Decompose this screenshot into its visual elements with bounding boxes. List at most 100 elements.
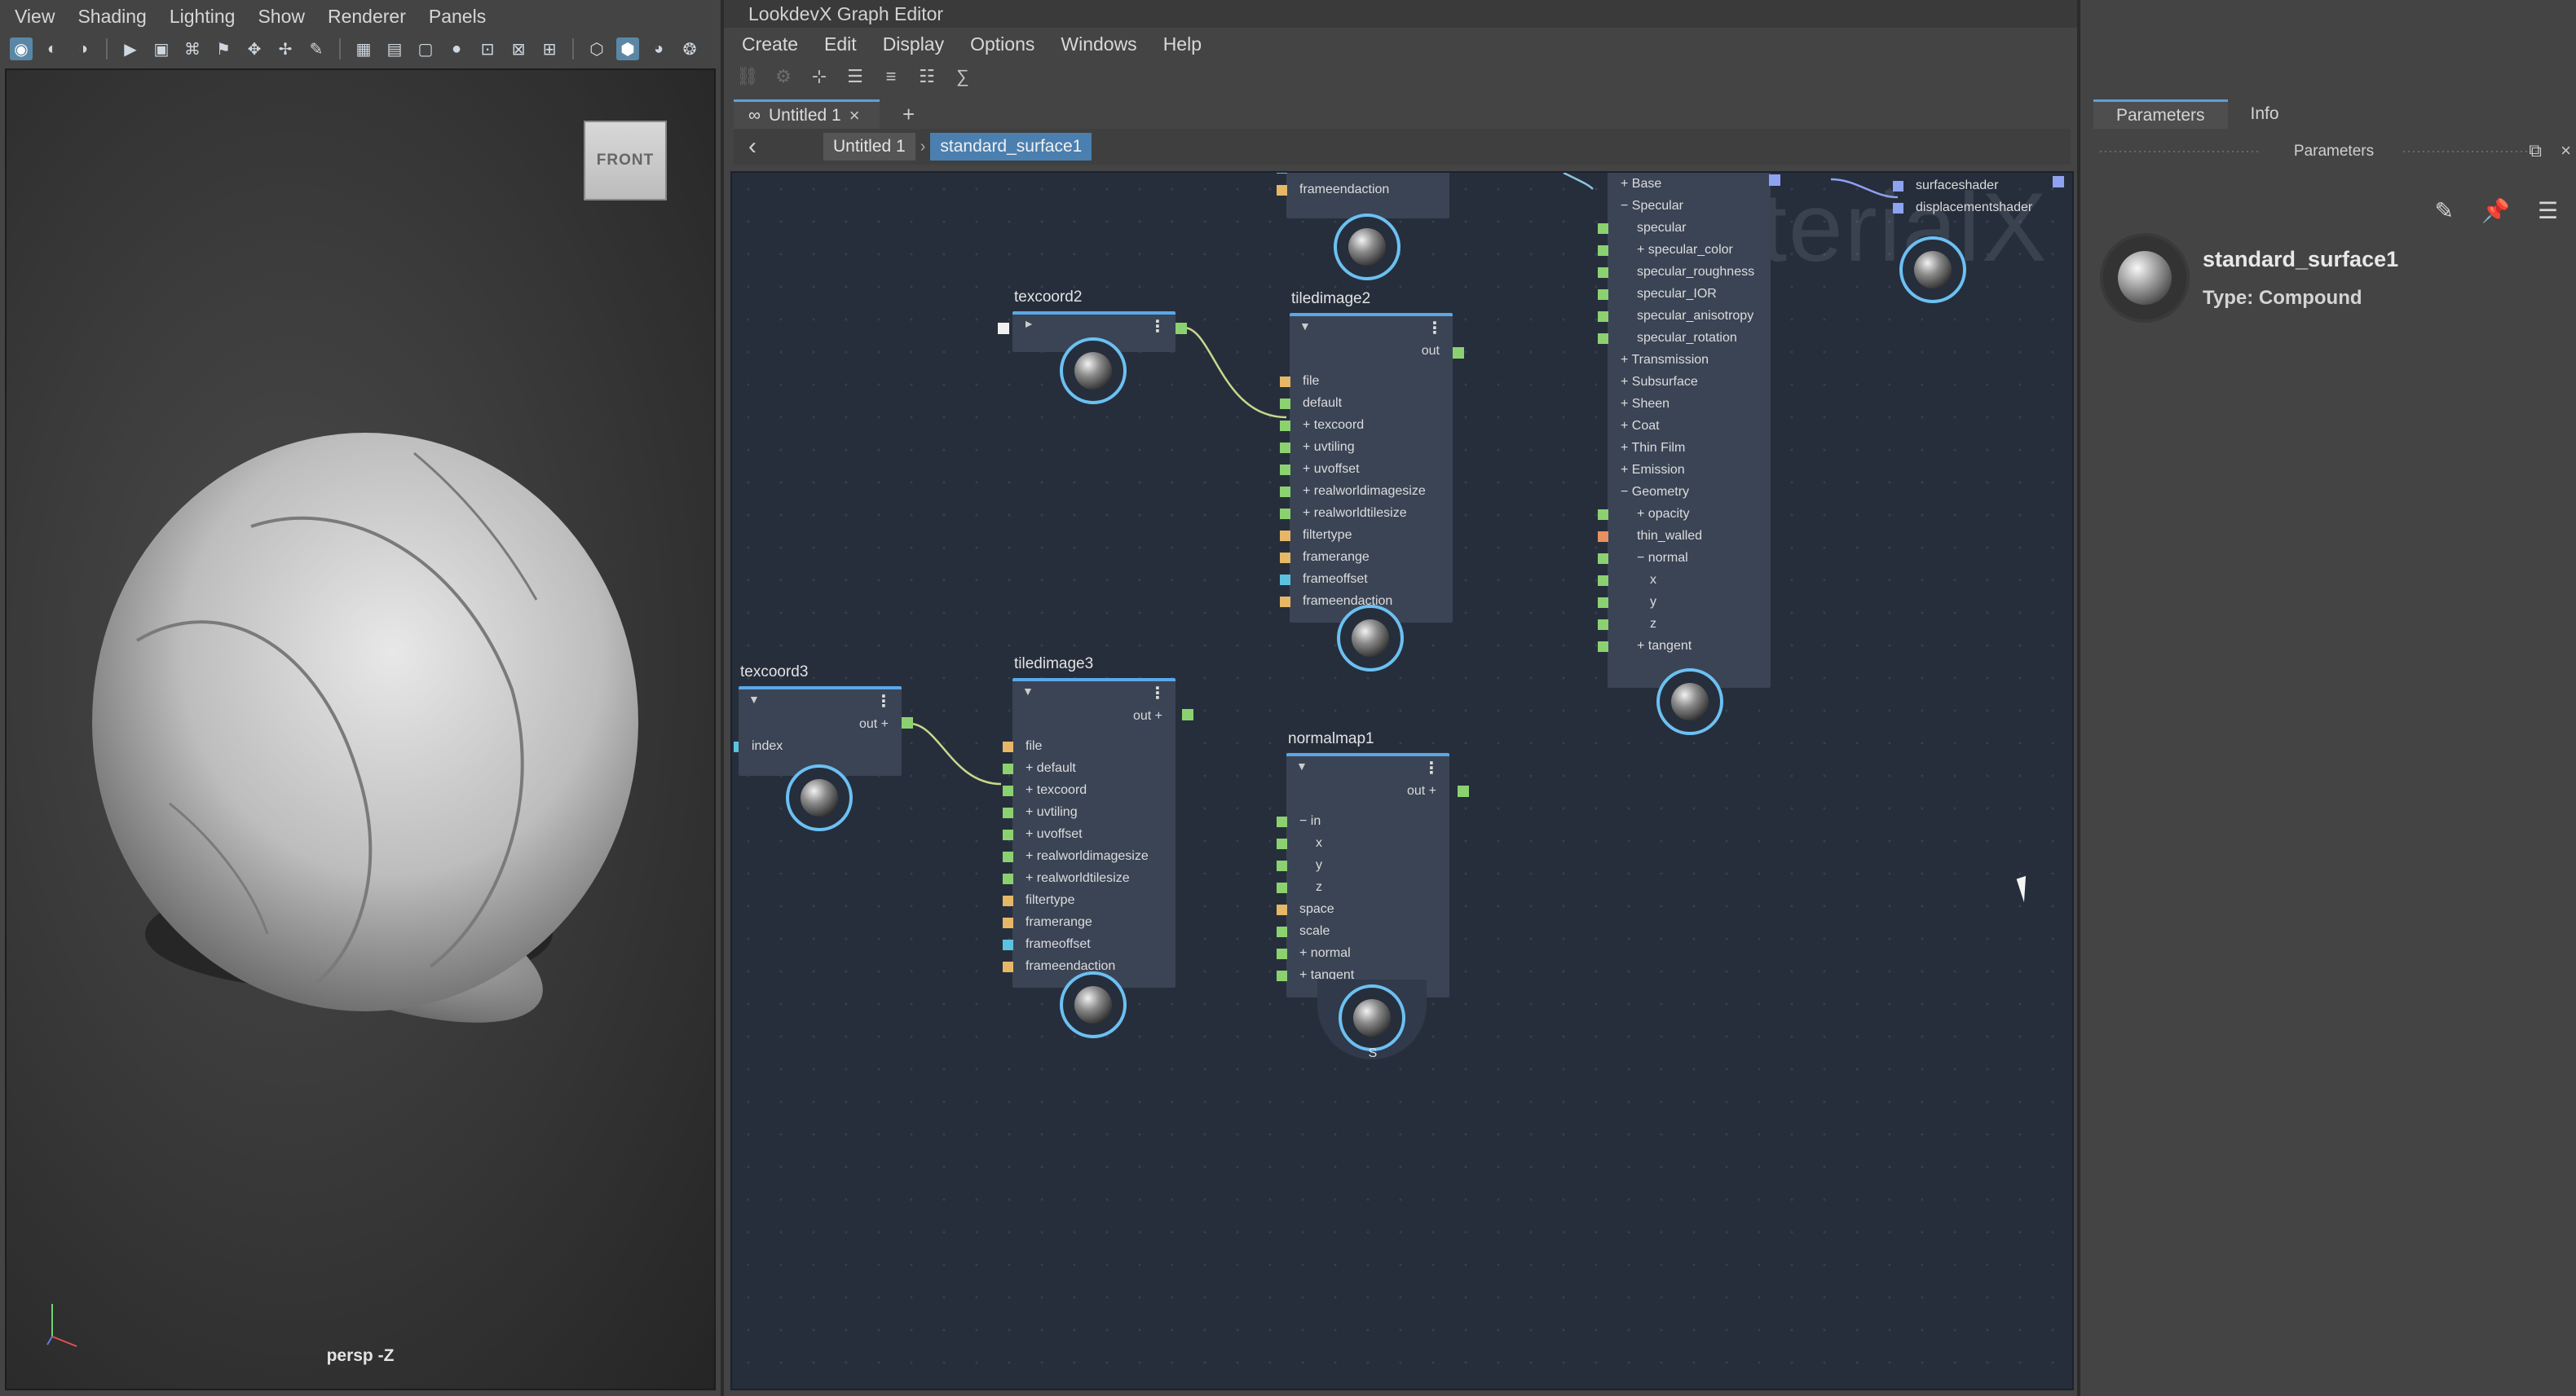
pan-icon[interactable]: ✢ (274, 37, 297, 60)
input-port[interactable] (734, 742, 739, 752)
input-port[interactable] (1598, 333, 1608, 344)
input-port[interactable] (1598, 575, 1608, 586)
tab-info[interactable]: Info (2228, 99, 2302, 129)
menu-renderer[interactable]: Renderer (328, 6, 406, 28)
layout-horizontal-icon[interactable]: ☰ (843, 66, 867, 87)
node-menu-icon[interactable]: ⋮ (876, 691, 892, 711)
menu-shading[interactable]: Shading (77, 6, 146, 28)
menu-help[interactable]: Help (1163, 33, 1202, 55)
node-menu-icon[interactable]: ⋮ (1149, 683, 1166, 703)
input-port[interactable] (1280, 399, 1290, 409)
breadcrumb-item-standard-surface[interactable]: standard_surface1 (930, 133, 1092, 161)
layout-vertical-icon[interactable]: ≡ (879, 66, 903, 87)
input-port[interactable] (1003, 940, 1013, 950)
tab-untitled-1[interactable]: ∞ Untitled 1 × (734, 99, 880, 129)
input-port[interactable] (1280, 597, 1290, 607)
breadcrumb-item-untitled[interactable]: Untitled 1 (823, 133, 915, 161)
smooth-shade-icon[interactable]: ⬢ (616, 37, 639, 60)
field-chart-icon[interactable]: ⊡ (476, 37, 499, 60)
camera-sequence-icon[interactable]: ⌘ (181, 37, 204, 60)
output-port[interactable] (1769, 174, 1780, 186)
menu-display[interactable]: Display (883, 33, 944, 55)
resolution-gate-icon[interactable]: ▢ (414, 37, 437, 60)
gate-mask-icon[interactable]: ● (445, 37, 468, 60)
menu-options[interactable]: Options (970, 33, 1034, 55)
input-port[interactable] (1598, 311, 1608, 322)
input-port[interactable] (1280, 377, 1290, 387)
input-port[interactable] (1003, 874, 1013, 884)
input-port[interactable] (1598, 267, 1608, 278)
input-port[interactable] (1003, 764, 1013, 774)
input-port[interactable] (1598, 597, 1608, 608)
output-port[interactable] (1182, 709, 1193, 720)
input-port[interactable] (1893, 203, 1903, 214)
input-port[interactable] (1598, 245, 1608, 256)
output-port[interactable] (1176, 323, 1187, 334)
clear-graph-icon[interactable]: ∑ (951, 66, 975, 87)
input-port[interactable] (1277, 173, 1287, 174)
input-port[interactable] (1280, 443, 1290, 453)
input-port[interactable] (1277, 949, 1287, 959)
input-port[interactable] (1277, 971, 1287, 981)
drag-handle[interactable] (2402, 150, 2540, 153)
input-port[interactable] (1277, 905, 1287, 915)
tumble-icon[interactable]: ✥ (243, 37, 266, 60)
menu-windows[interactable]: Windows (1061, 33, 1136, 55)
grid-icon[interactable]: ▦ (352, 37, 375, 60)
input-port[interactable] (1003, 830, 1013, 840)
back-arrow-icon[interactable]: ‹ (734, 130, 771, 163)
input-port[interactable] (1003, 808, 1013, 818)
pencil-icon[interactable]: ✎ (305, 37, 328, 60)
safe-title-icon[interactable]: ⊞ (538, 37, 561, 60)
input-port[interactable] (1598, 531, 1608, 542)
movie-camera-icon[interactable]: ▶ (119, 37, 142, 60)
tab-parameters[interactable]: Parameters (2093, 99, 2228, 129)
viewcube[interactable]: FRONT (584, 121, 667, 200)
input-port[interactable] (1003, 962, 1013, 972)
input-port[interactable] (1893, 181, 1903, 192)
input-port[interactable] (1280, 465, 1290, 475)
input-port[interactable] (1598, 223, 1608, 234)
input-port[interactable] (1280, 575, 1290, 585)
node-texcoord3[interactable]: texcoord3 ▼ ⋮ out + index (734, 663, 902, 776)
output-port[interactable] (1453, 347, 1464, 359)
drag-handle[interactable] (2098, 150, 2261, 153)
node-standard-surface[interactable]: out + Base − Specular specular + specula… (1598, 173, 1771, 688)
input-port[interactable] (1003, 786, 1013, 796)
input-port[interactable] (1280, 553, 1290, 563)
menu-show[interactable]: Show (258, 6, 305, 28)
node-tiledimage2[interactable]: tiledimage2 ▼ ⋮ out file default + texcoo… (1280, 290, 1453, 623)
input-port[interactable] (1280, 487, 1290, 497)
menu-panels[interactable]: Panels (429, 6, 486, 28)
input-port[interactable] (1598, 641, 1608, 652)
input-port[interactable] (1277, 839, 1287, 849)
input-port[interactable] (1003, 742, 1013, 752)
hamburger-menu-icon[interactable]: ☰ (2538, 197, 2558, 224)
input-port[interactable] (1598, 289, 1608, 300)
input-port[interactable] (1003, 852, 1013, 862)
bookmark-icon[interactable]: ◑ (72, 37, 95, 60)
output-port[interactable] (1458, 786, 1469, 797)
graph-network-icon[interactable]: ⛓ (735, 66, 760, 87)
node-menu-icon[interactable]: ⋮ (1149, 316, 1166, 337)
wireframe-icon[interactable]: ⬡ (585, 37, 608, 60)
output-port[interactable] (2053, 176, 2064, 187)
node-normalmap1[interactable]: normalmap1 ▼ ⋮ out + − in x y z space sca… (1277, 730, 1449, 997)
edit-icon[interactable]: ✎ (2435, 197, 2454, 224)
node-graph-canvas[interactable]: MaterialX frameoffset frameendaction tex… (730, 171, 2074, 1390)
input-port[interactable] (1280, 509, 1290, 519)
input-port[interactable] (1277, 861, 1287, 871)
film-icon[interactable]: ▤ (383, 37, 406, 60)
input-port[interactable] (1003, 918, 1013, 928)
node-menu-icon[interactable]: ⋮ (1423, 758, 1440, 778)
graph-settings-icon[interactable]: ⚙ (771, 66, 796, 87)
lighting-icon[interactable]: ❂ (678, 37, 701, 60)
menu-view[interactable]: View (15, 6, 55, 28)
input-port[interactable] (1277, 927, 1287, 937)
input-port[interactable] (1280, 421, 1290, 431)
menu-create[interactable]: Create (742, 33, 798, 55)
close-icon[interactable]: × (2561, 140, 2571, 161)
menu-lighting[interactable]: Lighting (170, 6, 236, 28)
input-port[interactable] (1598, 553, 1608, 564)
frame-selection-icon[interactable]: ⊹ (807, 66, 831, 87)
